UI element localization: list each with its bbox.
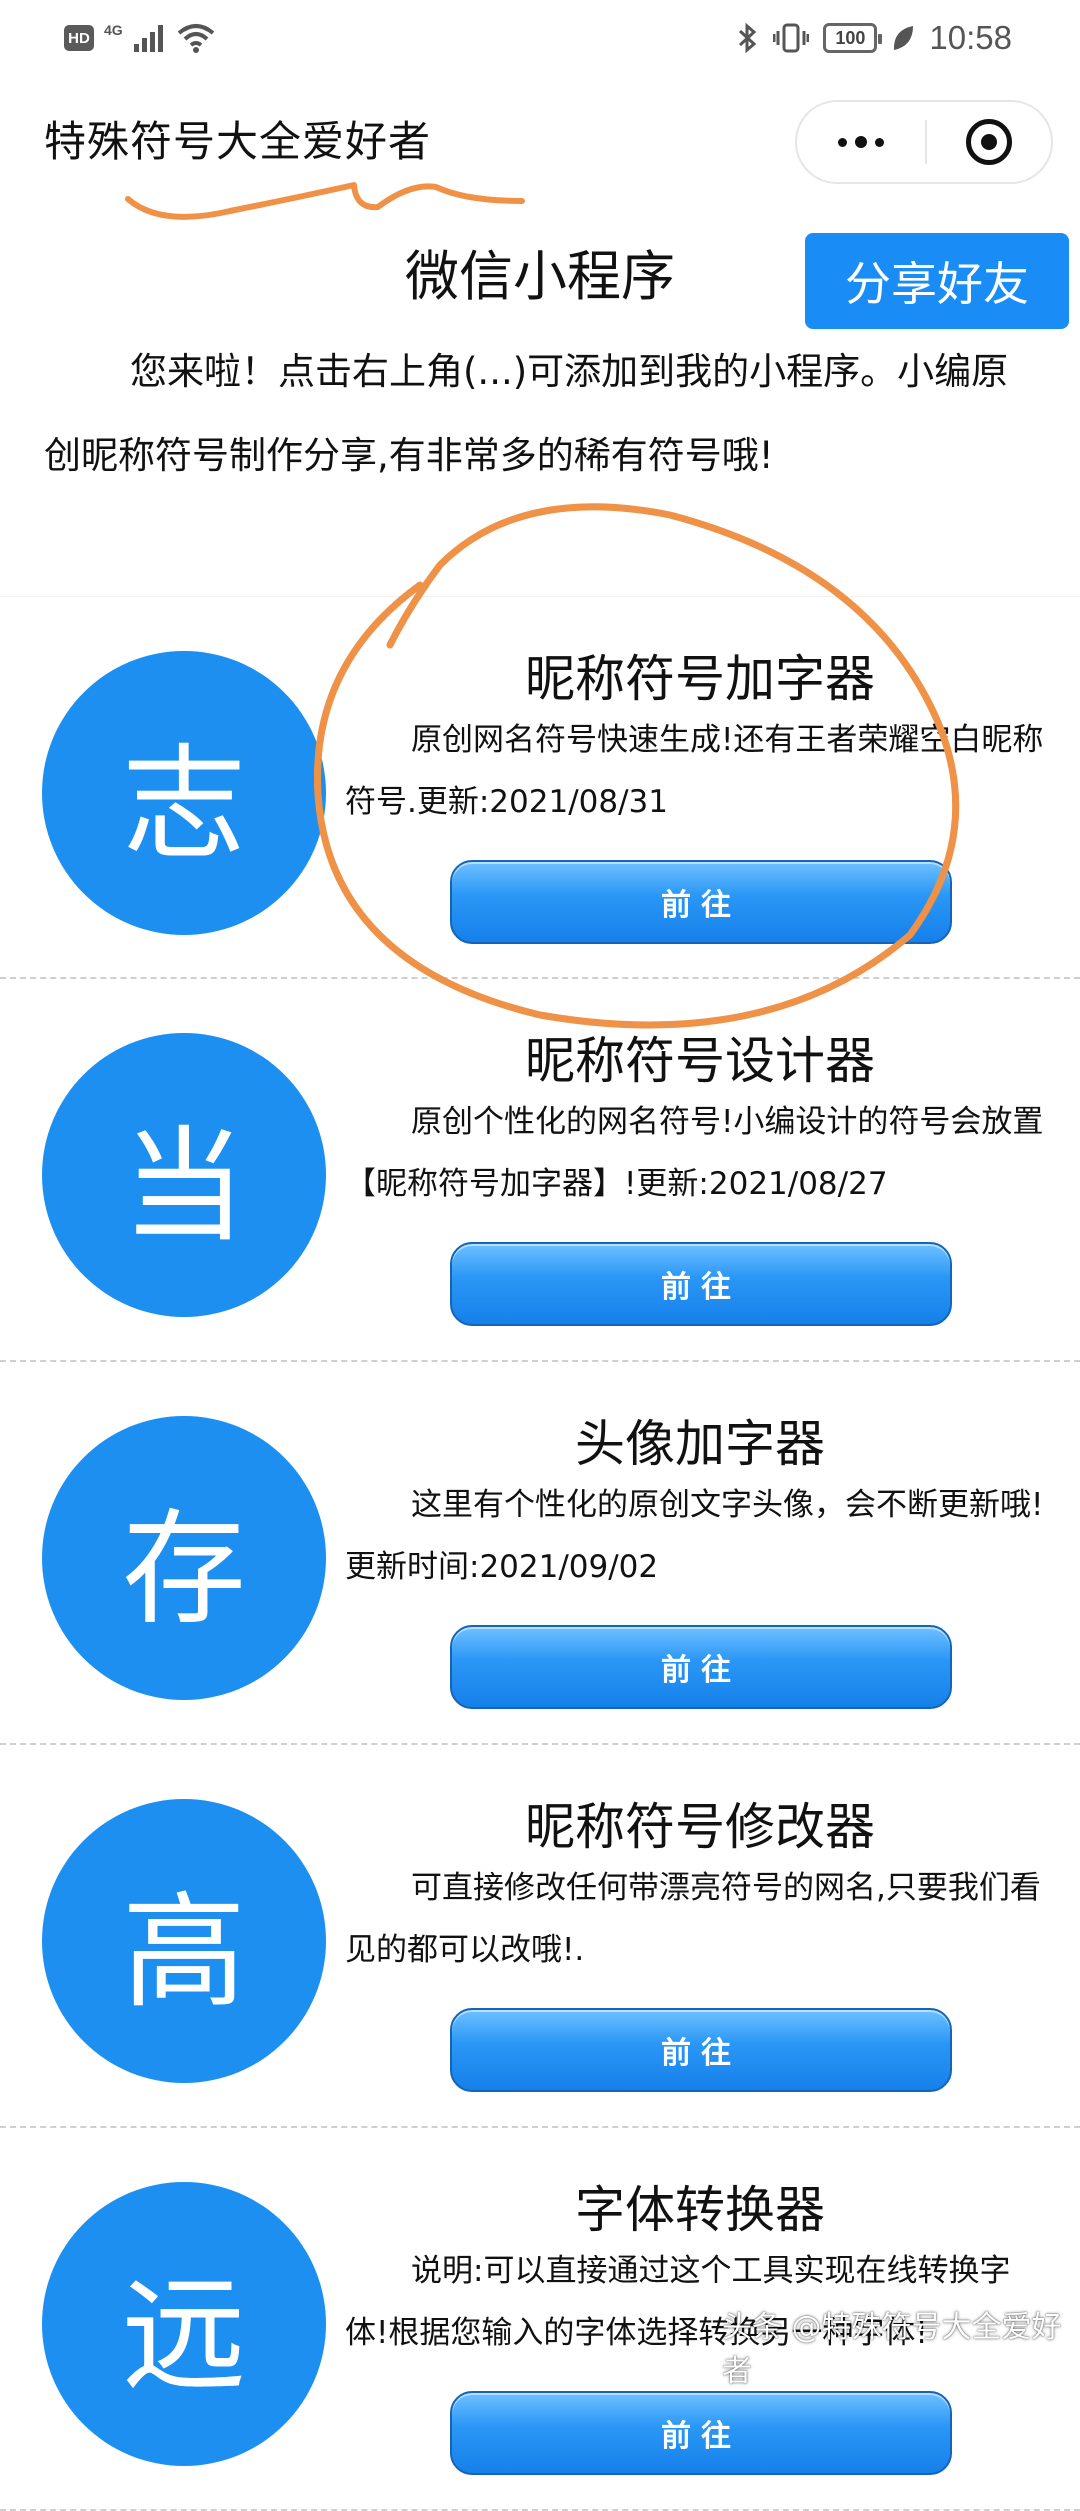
tool-avatar: 当 <box>42 1033 326 1317</box>
network-type: 4G <box>104 22 123 38</box>
more-dot-icon <box>838 137 847 147</box>
hd-badge: HD <box>64 25 94 51</box>
tool-card: 志 昵称符号加字器 原创网名符号快速生成!还有王者荣耀空白昵称符号.更新:202… <box>0 596 1080 979</box>
tool-avatar: 存 <box>42 1416 326 1700</box>
tool-avatar: 远 <box>42 2182 326 2466</box>
tool-title: 昵称符号设计器 <box>525 1032 875 1090</box>
battery-level: 100 <box>835 27 866 48</box>
status-right: 100 10:58 <box>737 14 1012 62</box>
signal-icon <box>133 25 163 52</box>
go-button[interactable]: 前往 <box>450 1625 952 1709</box>
tool-card: 当 昵称符号设计器 原创个性化的网名符号!小编设计的符号会放置【昵称符号加字器】… <box>0 979 1080 1362</box>
tool-title: 昵称符号修改器 <box>525 1798 875 1856</box>
go-button[interactable]: 前往 <box>450 1242 952 1326</box>
share-button[interactable]: 分享好友 <box>805 233 1069 329</box>
tool-description: 可直接修改任何带漂亮符号的网名,只要我们看见的都可以改哦!. <box>345 1870 1041 1968</box>
intro-text: 您来啦！点击右上角(...)可添加到我的小程序。小编原创昵称符号制作分享,有非常… <box>44 350 1009 477</box>
status-left: HD 4G <box>64 20 215 56</box>
tool-title: 头像加字器 <box>575 1415 825 1473</box>
tool-avatar: 志 <box>42 651 326 935</box>
close-target-icon <box>966 119 1012 165</box>
more-menu-button[interactable] <box>797 102 925 182</box>
vibrate-icon <box>773 23 810 53</box>
tool-title: 字体转换器 <box>575 2181 825 2239</box>
go-button[interactable]: 前往 <box>450 2391 952 2475</box>
more-dot-icon <box>875 137 884 147</box>
clock: 10:58 <box>929 19 1012 56</box>
mini-program-capsule <box>795 100 1053 184</box>
tool-card: 高 昵称符号修改器 可直接修改任何带漂亮符号的网名,只要我们看见的都可以改哦!.… <box>0 1745 1080 2128</box>
wifi-icon <box>177 24 214 53</box>
tool-card: 存 头像加字器 这里有个性化的原创文字头像，会不断更新哦!更新时间:2021/0… <box>0 1362 1080 1745</box>
tool-avatar: 高 <box>42 1799 326 2083</box>
go-button[interactable]: 前往 <box>450 860 952 944</box>
battery-indicator: 100 <box>823 23 883 53</box>
tool-title: 昵称符号加字器 <box>525 650 875 708</box>
tool-description: 原创个性化的网名符号!小编设计的符号会放置【昵称符号加字器】!更新:2021/0… <box>345 1104 1044 1202</box>
go-button[interactable]: 前往 <box>450 2008 952 2092</box>
tool-list: 志 昵称符号加字器 原创网名符号快速生成!还有王者荣耀空白昵称符号.更新:202… <box>0 596 1080 2511</box>
bluetooth-icon <box>739 22 757 54</box>
more-dot-icon <box>855 136 867 148</box>
leaf-icon <box>894 26 914 50</box>
watermark: 头条 @特殊符号大全爱好者 <box>722 2310 1062 2389</box>
tool-description: 这里有个性化的原创文字头像，会不断更新哦!更新时间:2021/09/02 <box>345 1487 1044 1585</box>
page-title: 特殊符号大全爱好者 <box>44 117 432 166</box>
close-mini-program-button[interactable] <box>927 102 1051 182</box>
annotation-underline <box>125 182 525 220</box>
status-bar: HD 4G 100 10:58 <box>0 0 1080 76</box>
tool-description: 原创网名符号快速生成!还有王者荣耀空白昵称符号.更新:2021/08/31 <box>345 722 1044 820</box>
